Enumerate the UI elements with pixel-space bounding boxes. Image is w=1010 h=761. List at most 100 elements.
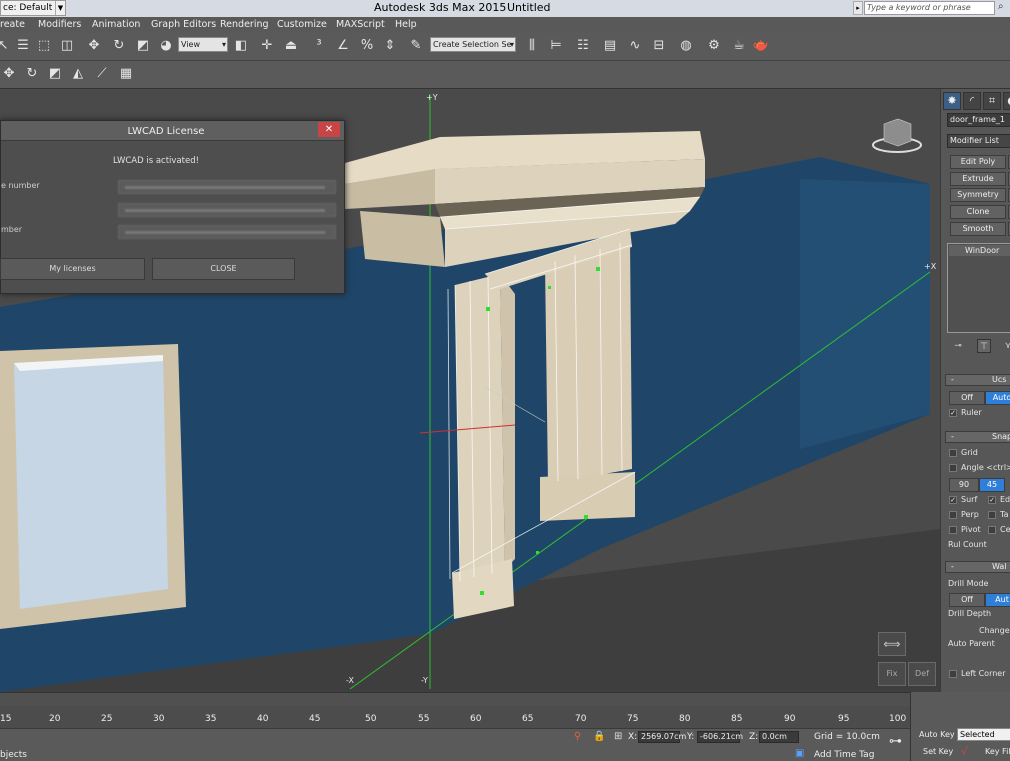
mirror-icon[interactable]: ⫼ [523,37,541,55]
z-coordinate-field[interactable]: 0.0cm [759,731,799,743]
percent-snap-icon[interactable]: % [358,37,376,55]
make-unique-icon[interactable]: ⋎ [1001,339,1010,353]
auto-key-button[interactable]: Auto Key [919,730,957,742]
symmetry-button[interactable]: Symmetry [950,188,1006,202]
time-slider[interactable] [0,692,910,706]
spinner-snap-icon[interactable]: ⇕ [381,37,399,55]
chevron-down-icon[interactable]: ▼ [55,1,65,15]
ta-checkbox[interactable] [988,511,996,519]
reference-coord-dropdown[interactable]: View [178,37,228,52]
checker-icon[interactable]: ▦ [117,65,135,83]
window-crossing-icon[interactable]: ◫ [58,37,76,55]
keyboard-shortcut-icon[interactable]: ⏏ [282,37,300,55]
place-icon[interactable]: ◕ [157,37,175,55]
modify-tab-icon[interactable]: ◜ [963,92,981,110]
pin-stack-icon[interactable]: ⊸ [951,339,965,353]
perp-checkbox[interactable] [949,511,957,519]
rect-selection-icon[interactable]: ⬚ [35,37,53,55]
select-manipulate-icon[interactable]: ✛ [258,37,276,55]
key-filters-button[interactable]: Key Filt [985,747,1010,759]
pivot-checkbox[interactable] [949,526,957,534]
edit-named-selection-icon[interactable]: ✎ [407,37,425,55]
wall-rollout-header[interactable]: - Wal [945,561,1010,573]
menu-modifiers[interactable]: Modifiers [38,19,81,30]
ucs-rollout-header[interactable]: - Ucs [945,374,1010,386]
drill-auto-toggle[interactable]: Aut [985,593,1010,607]
edi-checkbox[interactable]: ✓ [988,496,996,504]
angle-45-toggle[interactable]: 45 [979,478,1005,492]
show-end-result-icon[interactable]: ⊤ [977,339,991,353]
measure-icon[interactable]: ⟋ [93,65,111,83]
extrude-button[interactable]: Extrude [950,172,1006,186]
motion-tab-icon[interactable]: ● [1003,92,1010,110]
stack-item-windoor[interactable]: WinDoor [949,245,1010,256]
ribbon-icon[interactable]: ▤ [601,37,619,55]
search-expand-button[interactable]: ▸ [853,1,863,15]
set-key-button[interactable]: Set Key [923,747,957,759]
drill-off-toggle[interactable]: Off [949,593,985,607]
fix-button[interactable]: Fix [878,662,906,686]
named-selection-dropdown[interactable]: Create Selection Se [430,37,516,52]
create-tab-icon[interactable]: ✸ [943,92,961,110]
ucs-auto-toggle[interactable]: Auto [985,391,1010,405]
move-icon[interactable]: ✥ [85,37,103,55]
rotate-icon[interactable]: ↻ [110,37,128,55]
render-setup-icon[interactable]: ⚙ [705,37,723,55]
scale-icon[interactable]: ◩ [134,37,152,55]
menu-create[interactable]: reate [0,19,25,30]
track-bar[interactable]: 15 20 25 30 35 40 45 50 55 60 65 70 75 8… [0,706,910,728]
surf-checkbox[interactable]: ✓ [949,496,957,504]
snap-toggle-icon[interactable]: ³ [310,37,328,55]
time-tag-icon[interactable]: ▣ [795,748,804,759]
menu-graph-editors[interactable]: Graph Editors [151,19,216,30]
edit-poly-button[interactable]: Edit Poly [950,155,1006,169]
modifier-list-dropdown[interactable]: Modifier List [947,134,1010,148]
key-icon[interactable]: ⊶ [889,734,902,749]
align-icon[interactable]: ⊨ [547,37,565,55]
my-licenses-button[interactable]: My licenses [0,258,145,280]
keyword-search-input[interactable]: Type a keyword or phrase [864,1,995,15]
ruler-checkbox[interactable]: ✓ [949,409,957,417]
select-icon[interactable]: ↖ [0,37,12,55]
maximize-viewport-icon[interactable]: ⟺ [878,632,906,656]
angle-snap-icon[interactable]: ∠ [334,37,352,55]
angle-checkbox[interactable] [949,464,957,472]
grid-checkbox[interactable] [949,449,957,457]
change-label[interactable]: Change F [979,626,1010,635]
menu-rendering[interactable]: Rendering [220,19,269,30]
object-name-field[interactable]: door_frame_1 [947,113,1010,127]
workspace-dropdown[interactable]: ce: Default ▼ [0,0,66,16]
menu-animation[interactable]: Animation [92,19,140,30]
select-by-name-icon[interactable]: ☰ [14,37,32,55]
scale-icon[interactable]: ◩ [46,65,64,83]
mirror-icon[interactable]: ◭ [69,65,87,83]
serial-number-field[interactable] [118,225,336,239]
ucs-off-toggle[interactable]: Off [949,391,985,405]
move-icon[interactable]: ✥ [0,65,18,83]
close-icon[interactable]: ✕ [318,122,340,137]
menu-customize[interactable]: Customize [277,19,327,30]
add-time-tag-button[interactable]: Add Time Tag [814,750,874,760]
y-coordinate-field[interactable]: -606.21cm [697,731,743,743]
search-icon[interactable]: ⌕ [998,1,1004,12]
material-editor-icon[interactable]: ◍ [677,37,695,55]
menu-help[interactable]: Help [395,19,417,30]
angle-90-toggle[interactable]: 90 [949,478,979,492]
schematic-view-icon[interactable]: ⊟ [650,37,668,55]
menu-maxscript[interactable]: MAXScript [336,19,385,30]
rendered-frame-icon[interactable]: ☕ [730,37,748,55]
render-icon[interactable]: 🫖 [752,37,770,55]
layer-manager-icon[interactable]: ☷ [574,37,592,55]
key-mode-icon[interactable]: √ [961,745,968,758]
left-corner-checkbox[interactable] [949,670,957,678]
license-number-field[interactable] [118,180,336,194]
snapping-rollout-header[interactable]: - Snapp [945,431,1010,443]
hierarchy-tab-icon[interactable]: ⌗ [983,92,1001,110]
isolate-selection-icon[interactable]: ⚲ [574,731,581,742]
license-field-2[interactable] [118,203,336,217]
license-close-button[interactable]: CLOSE [152,258,295,280]
smooth-button[interactable]: Smooth [950,222,1006,236]
x-coordinate-field[interactable]: 2569.07cm [638,731,686,743]
curve-editor-icon[interactable]: ∿ [626,37,644,55]
clone-button[interactable]: Clone [950,205,1006,219]
